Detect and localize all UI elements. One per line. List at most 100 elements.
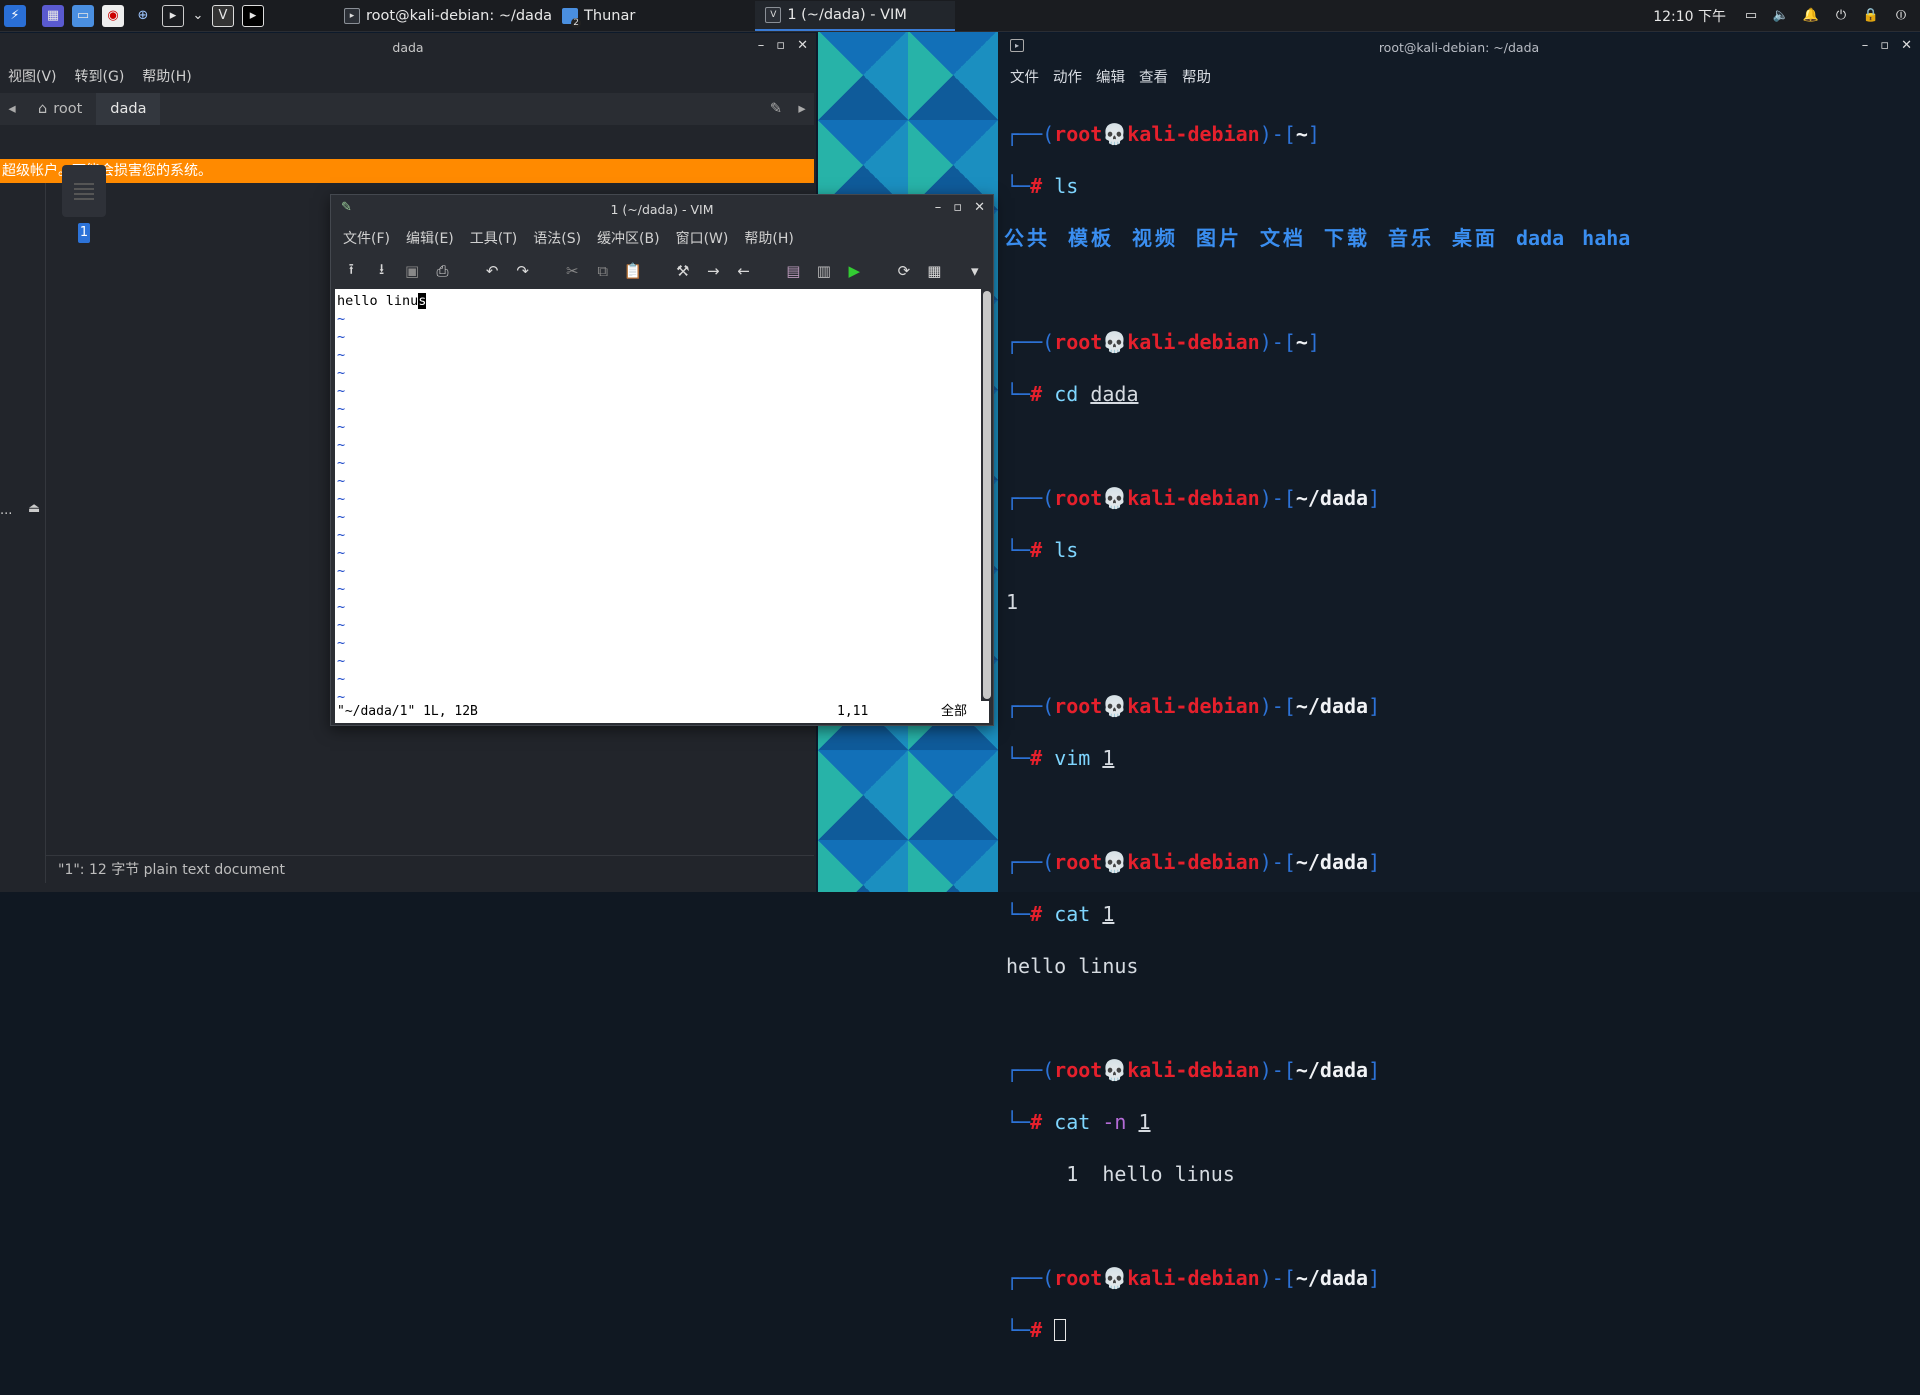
menu-window[interactable]: 窗口(W) bbox=[676, 228, 729, 248]
close-icon[interactable]: ✕ bbox=[974, 200, 985, 215]
menu-go[interactable]: 转到(G) bbox=[75, 66, 125, 86]
file-item[interactable]: 1 bbox=[62, 165, 106, 245]
maximize-icon[interactable]: ▫ bbox=[1880, 38, 1889, 53]
find-prev-icon[interactable]: ← bbox=[733, 260, 753, 282]
lock-icon[interactable]: 🔒 bbox=[1860, 5, 1882, 27]
volume-icon[interactable]: 🔈 bbox=[1770, 5, 1792, 27]
notification-icon[interactable]: 🔔 bbox=[1800, 5, 1822, 27]
maximize-icon[interactable]: ▫ bbox=[776, 38, 785, 53]
menu-action[interactable]: 动作 bbox=[1053, 66, 1082, 87]
command-line: └─# cat -n 1 bbox=[1006, 1110, 1151, 1134]
edit-path-icon[interactable]: ✎ bbox=[762, 101, 790, 117]
load-session-icon[interactable]: ▤ bbox=[783, 260, 803, 282]
cat-n-output: 1 hello linus bbox=[1006, 1162, 1235, 1186]
run-script-icon[interactable]: ▶ bbox=[844, 260, 864, 282]
undo-icon[interactable]: ↶ bbox=[482, 260, 502, 282]
menu-file[interactable]: 文件(F) bbox=[343, 228, 390, 248]
vim-editor[interactable]: hello linus ~ ~ ~ ~ ~ ~ ~ ~ ~ ~ ~ ~ ~ ~ ~ ~ ~ ~ ~ ~ ~ ~ bbox=[335, 289, 981, 705]
command-line: └─# ls bbox=[1006, 538, 1079, 562]
display-icon[interactable]: ▭ bbox=[1740, 5, 1762, 27]
task-badge: 2 bbox=[571, 17, 582, 28]
terminal-launcher-icon[interactable]: ▸ bbox=[242, 4, 264, 27]
menu-help[interactable]: 帮助(H) bbox=[744, 228, 793, 248]
sidebar-item-label[interactable]: ... bbox=[0, 503, 12, 518]
ls-output: 公共 模板 视频 图片 文档 下载 音乐 桌面 dada haha bbox=[1004, 226, 1631, 250]
window-title: 1 (~/dada) - VIM bbox=[610, 201, 714, 217]
save-all-icon[interactable]: ▣ bbox=[402, 260, 422, 282]
task-label: Thunar bbox=[584, 7, 636, 24]
copy-icon[interactable]: ⧉ bbox=[593, 260, 613, 282]
menu-edit[interactable]: 编辑 bbox=[1096, 66, 1125, 87]
window-title: root@kali-debian: ~/dada bbox=[1378, 39, 1540, 55]
menu-help[interactable]: 帮助(H) bbox=[142, 66, 191, 86]
redo-icon[interactable]: ↷ bbox=[512, 260, 532, 282]
paste-icon[interactable]: 📋 bbox=[623, 260, 643, 282]
close-icon[interactable]: ✕ bbox=[797, 38, 808, 53]
path-current[interactable]: dada bbox=[96, 93, 161, 125]
cut-icon[interactable]: ✂ bbox=[562, 260, 582, 282]
browser-icon[interactable]: ⊕ bbox=[132, 5, 154, 27]
replace-icon[interactable]: ⚒ bbox=[673, 260, 693, 282]
thunar-titlebar[interactable]: dada – ▫ ✕ bbox=[0, 33, 816, 61]
file-label: 1 bbox=[78, 223, 90, 243]
menu-view[interactable]: 视图(V) bbox=[8, 66, 57, 86]
task-label: 1 (~/dada) - VIM bbox=[787, 6, 907, 23]
logout-icon[interactable]: ⏼ bbox=[1890, 5, 1912, 27]
path-bar: ◂ ⌂ root dada ✎ ▸ bbox=[0, 93, 814, 125]
menu-file[interactable]: 文件 bbox=[1010, 66, 1039, 87]
chevron-right-icon[interactable]: ▸ bbox=[790, 101, 814, 117]
prompt-line: ┌──(root💀kali-debian)-[~] bbox=[1006, 330, 1320, 354]
text-editor-icon[interactable]: ◉ bbox=[102, 4, 124, 27]
menu-view[interactable]: 查看 bbox=[1139, 66, 1168, 87]
menu-syntax[interactable]: 语法(S) bbox=[533, 228, 581, 248]
command-line: └─# bbox=[1006, 1317, 1920, 1343]
make-icon[interactable]: ⟳ bbox=[894, 260, 914, 282]
folder-icon: 2 bbox=[562, 7, 582, 28]
vim-scrollbar[interactable] bbox=[983, 291, 991, 699]
menu-tools[interactable]: 工具(T) bbox=[470, 228, 517, 248]
minimize-icon[interactable]: – bbox=[1862, 38, 1869, 53]
menu-edit[interactable]: 编辑(E) bbox=[406, 228, 454, 248]
terminal-icon[interactable]: ▸ bbox=[162, 4, 184, 27]
maximize-icon[interactable]: ▫ bbox=[953, 200, 962, 215]
cat-output: hello linus bbox=[1006, 954, 1139, 978]
document-icon bbox=[62, 165, 106, 217]
vim-icon: ✎ bbox=[341, 200, 352, 215]
task-vim[interactable]: V 1 (~/dada) - VIM bbox=[755, 0, 956, 31]
terminal-menubar: 文件 动作 编辑 查看 帮助 bbox=[998, 61, 1920, 91]
chevron-down-icon[interactable]: ▾ bbox=[965, 260, 985, 282]
save-session-icon[interactable]: ▥ bbox=[814, 260, 834, 282]
menu-help[interactable]: 帮助 bbox=[1182, 66, 1211, 87]
clock[interactable]: 12:10 下午 bbox=[1653, 6, 1726, 26]
power-icon[interactable]: ⏻ bbox=[1830, 5, 1852, 27]
vim-titlebar[interactable]: ✎ 1 (~/dada) - VIM – ▫ ✕ bbox=[331, 195, 993, 223]
terminal-output[interactable]: ┌──(root💀kali-debian)-[~] └─# ls 公共 模板 视频图… bbox=[998, 91, 1920, 1395]
task-terminal[interactable]: ▸ root@kali-debian: ~/dada bbox=[334, 1, 562, 31]
vim-launcher-icon[interactable]: V bbox=[212, 4, 234, 27]
vim-toolbar: ⭱ ⭳ ▣ ⎙ ↶ ↷ ✂ ⧉ 📋 ⚒ → ← ▤ ▥ ▶ ⟳ ▦ ▾ bbox=[331, 253, 993, 289]
file-manager-icon[interactable]: ▭ bbox=[72, 4, 94, 27]
status-cursor-pos: 1,11 bbox=[837, 704, 869, 719]
chevron-down-icon[interactable]: ⌄ bbox=[192, 5, 204, 27]
chevron-left-icon[interactable]: ◂ bbox=[0, 101, 24, 117]
kali-menu-icon[interactable]: ⚡ bbox=[4, 4, 26, 27]
close-icon[interactable]: ✕ bbox=[1901, 38, 1912, 53]
vim-window: ✎ 1 (~/dada) - VIM – ▫ ✕ 文件(F) 编辑(E) 工具(… bbox=[330, 194, 994, 726]
vim-menubar: 文件(F) 编辑(E) 工具(T) 语法(S) 缓冲区(B) 窗口(W) 帮助(… bbox=[331, 223, 993, 253]
workspace-icon[interactable]: ▦ bbox=[42, 4, 64, 27]
path-root[interactable]: ⌂ root bbox=[24, 101, 96, 117]
task-thunar[interactable]: 2 Thunar bbox=[562, 1, 645, 31]
vim-icon: V bbox=[765, 6, 782, 23]
find-next-icon[interactable]: → bbox=[703, 260, 723, 282]
terminal-titlebar[interactable]: ▸ root@kali-debian: ~/dada – ▫ ✕ bbox=[998, 33, 1920, 61]
thunar-sidebar: ... ⏏ bbox=[0, 183, 46, 883]
open-icon[interactable]: ⭱ bbox=[341, 260, 361, 282]
minimize-icon[interactable]: – bbox=[758, 38, 765, 53]
print-icon[interactable]: ⎙ bbox=[432, 260, 452, 282]
minimize-icon[interactable]: – bbox=[935, 200, 942, 215]
save-icon[interactable]: ⭳ bbox=[371, 260, 391, 282]
build-tags-icon[interactable]: ▦ bbox=[924, 260, 944, 282]
menu-buffers[interactable]: 缓冲区(B) bbox=[597, 228, 660, 248]
command-line: └─# ls bbox=[1006, 174, 1079, 198]
eject-icon[interactable]: ⏏ bbox=[28, 501, 40, 516]
